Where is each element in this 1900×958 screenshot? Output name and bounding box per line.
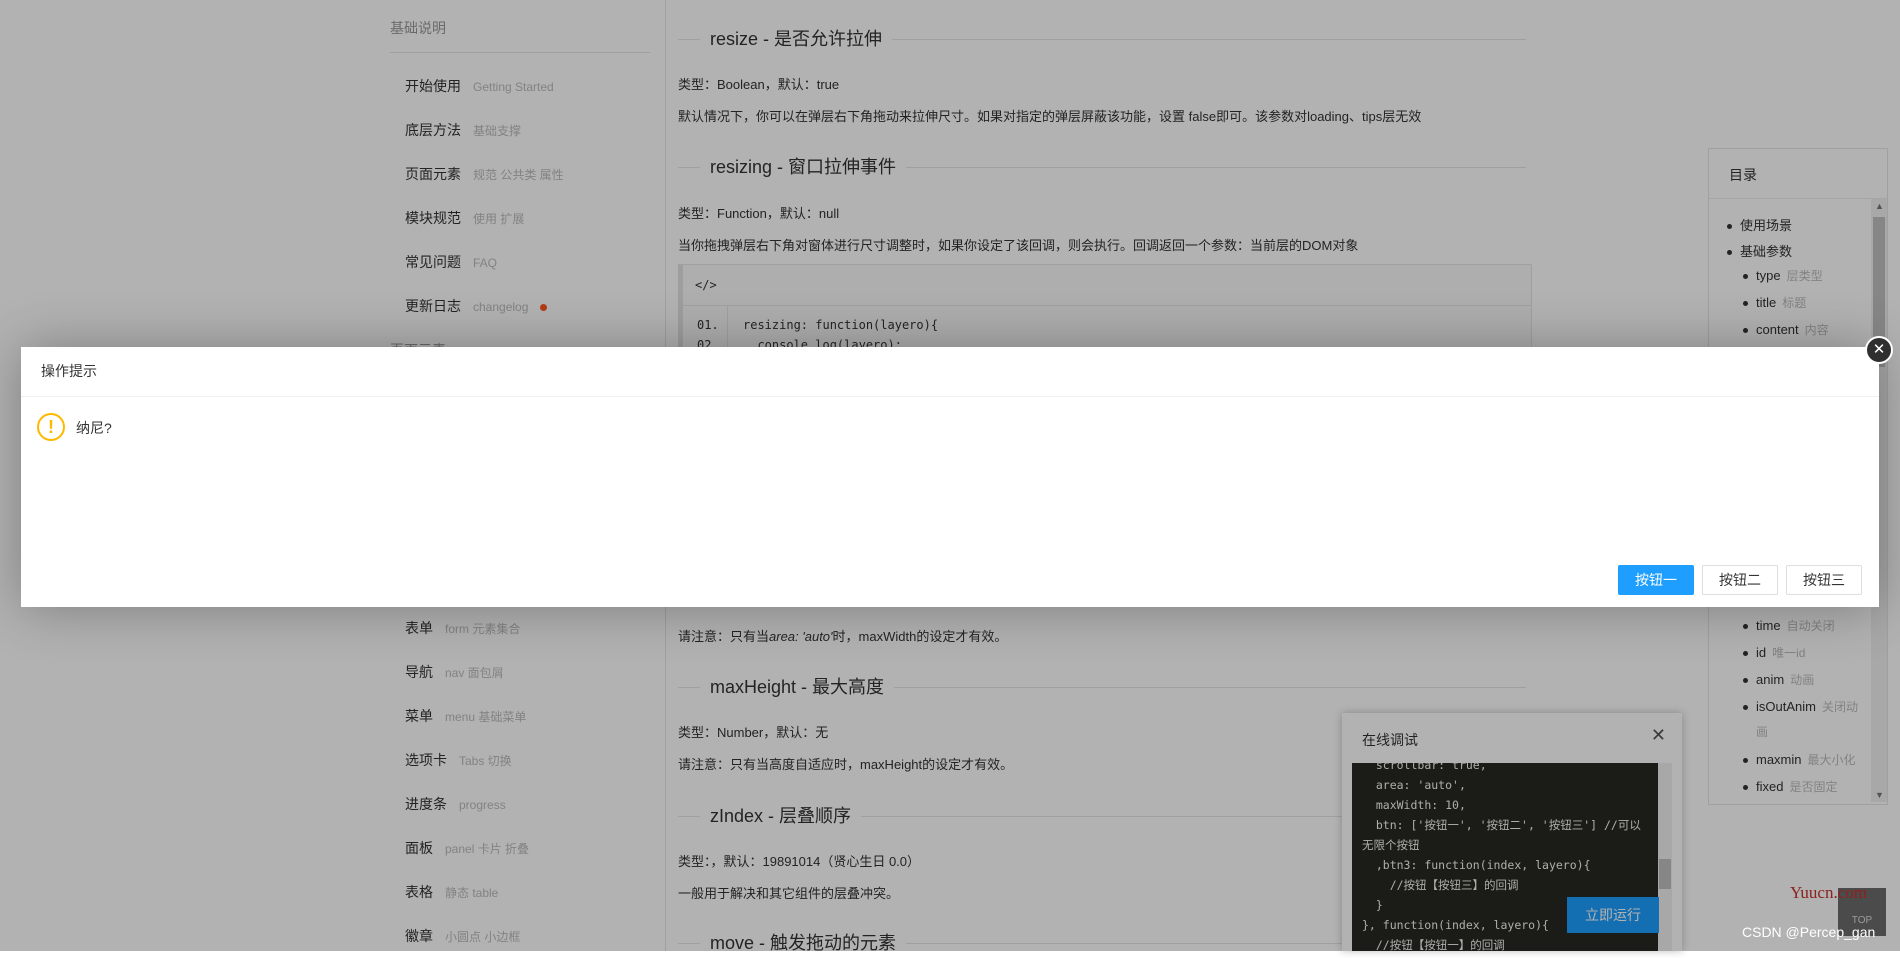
dialog-button-3[interactable]: 按钮三 <box>1786 565 1862 595</box>
warning-icon: ! <box>37 413 65 441</box>
dialog-button-1[interactable]: 按钮一 <box>1618 565 1694 595</box>
dialog-title: 操作提示 <box>21 347 1879 397</box>
confirm-dialog: 操作提示 ✕ ! 纳尼? 按钮一 按钮二 按钮三 <box>21 336 1893 607</box>
dialog-message: 纳尼? <box>76 420 112 436</box>
dialog-button-2[interactable]: 按钮二 <box>1702 565 1778 595</box>
close-icon[interactable]: ✕ <box>1865 336 1893 364</box>
csdn-watermark: CSDN @Percep_gan <box>1742 924 1876 940</box>
